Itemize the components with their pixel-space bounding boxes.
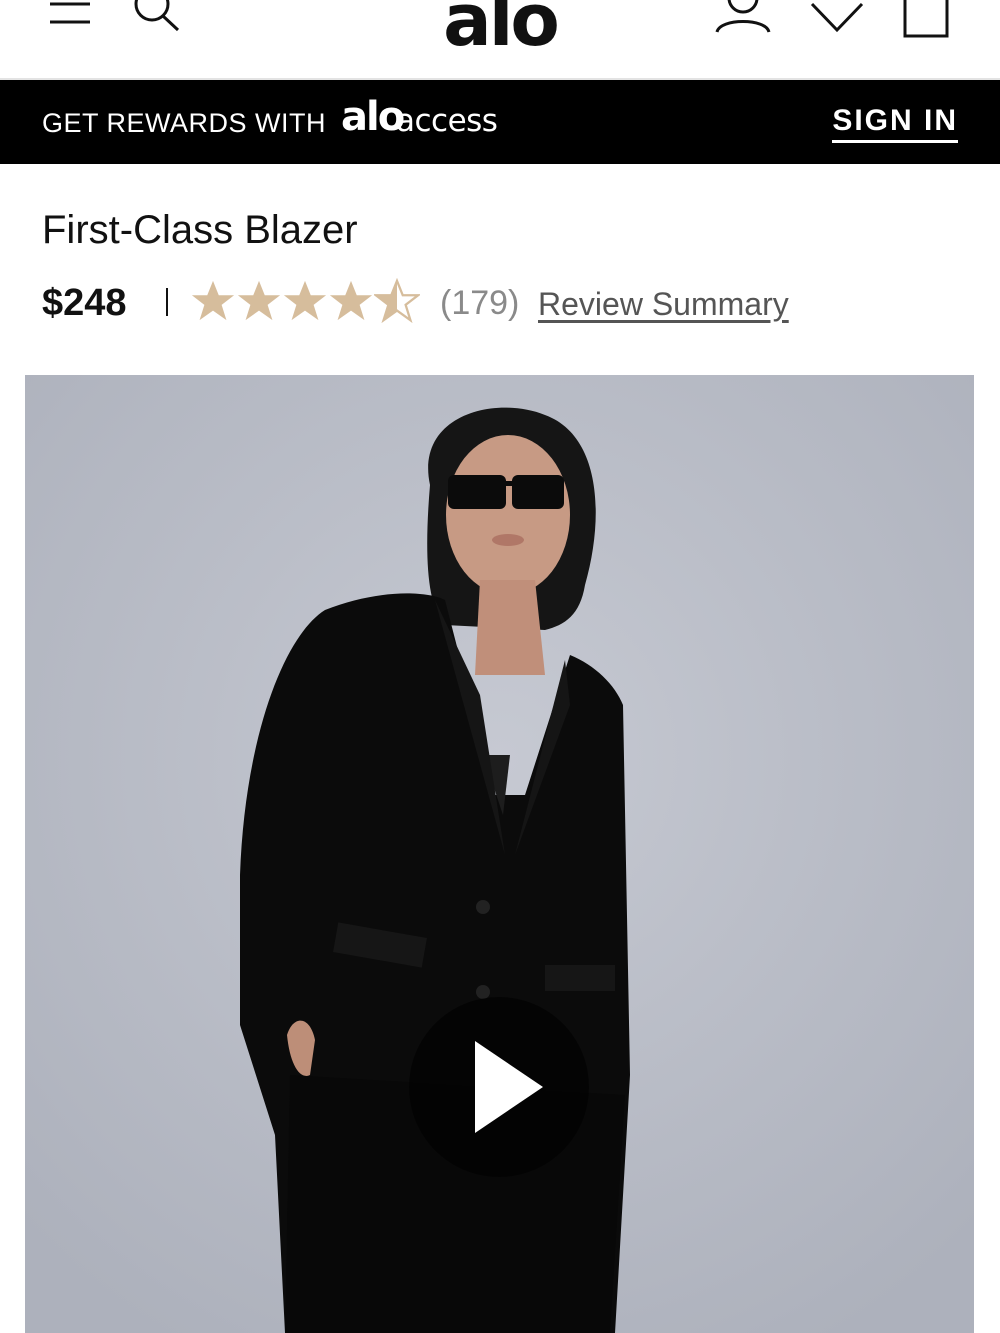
review-count: (179) [440,284,520,322]
search-icon[interactable] [130,0,182,34]
account-icon[interactable] [712,0,774,36]
price-divider [166,288,168,316]
star-full-icon [329,280,373,321]
product-video[interactable] [25,375,974,1333]
star-full-icon [283,280,327,321]
site-header: alo [0,0,1000,80]
star-full-icon [191,280,235,321]
sign-in-link[interactable]: SIGN IN [832,104,958,143]
product-title: First-Class Blazer [42,208,358,252]
product-price: $248 [42,282,127,324]
menu-icon[interactable] [50,0,92,28]
alo-access-suffix: access [396,103,498,139]
review-summary-link[interactable]: Review Summary [538,286,789,323]
star-full-icon [237,280,281,321]
alo-access-logo: alo [341,94,405,140]
rewards-text: GET REWARDS WITH [42,108,326,138]
bag-icon[interactable] [900,0,952,40]
star-rating[interactable] [190,278,420,328]
play-button[interactable] [409,997,589,1177]
alo-logo[interactable]: alo [400,0,600,62]
model-image [25,375,974,1333]
wishlist-icon[interactable] [808,0,866,34]
star-half-icon [374,278,420,324]
rewards-banner: GET REWARDS WITH alo access SIGN IN [0,80,1000,164]
play-icon [475,1041,543,1133]
